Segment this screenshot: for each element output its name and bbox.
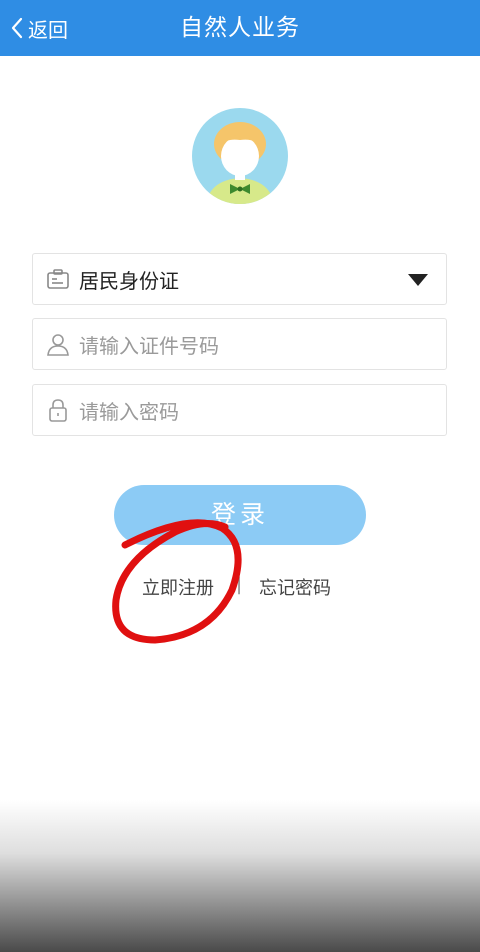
page-title: 自然人业务 <box>180 15 300 41</box>
bottom-shadow <box>0 800 480 952</box>
password-placeholder: 请输入密码 <box>79 399 179 424</box>
id-number-field[interactable]: 请输入证件号码 <box>32 318 447 370</box>
id-card-icon <box>47 269 69 289</box>
password-field[interactable]: 请输入密码 <box>32 384 447 436</box>
id-type-select[interactable]: 居民身份证 <box>32 253 447 305</box>
lock-icon <box>49 399 67 422</box>
forgot-password-link[interactable]: 忘记密码 <box>259 574 331 600</box>
id-type-value: 居民身份证 <box>79 268 179 293</box>
user-icon <box>47 334 69 356</box>
login-button[interactable]: 登录 <box>114 485 366 545</box>
account-links: 立即注册 | 忘记密码 <box>0 574 480 600</box>
header-bar: 返回 自然人业务 <box>0 0 480 56</box>
id-number-placeholder: 请输入证件号码 <box>79 333 219 358</box>
register-link[interactable]: 立即注册 <box>142 574 214 600</box>
caret-down-icon[interactable] <box>408 274 428 286</box>
user-avatar-icon <box>192 108 288 204</box>
link-separator: | <box>236 574 243 595</box>
